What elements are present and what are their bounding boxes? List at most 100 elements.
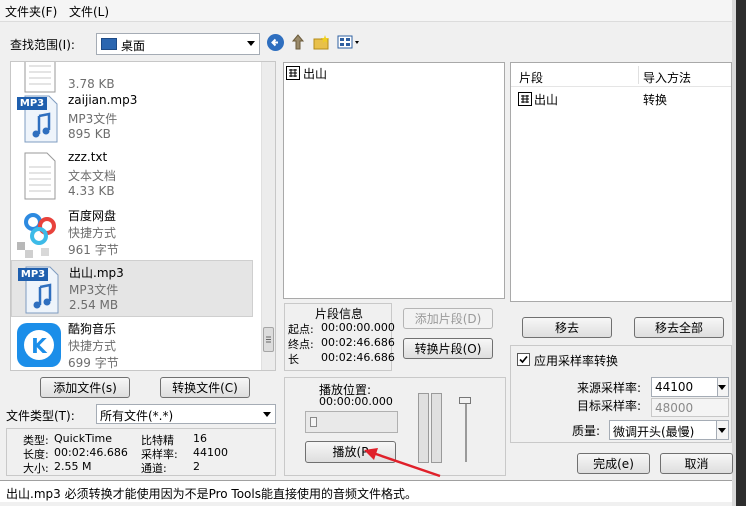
file-type: 快捷方式 (68, 226, 117, 240)
new-folder-icon[interactable] (313, 34, 330, 50)
mp3-badge: MP3 (17, 97, 47, 110)
list-item[interactable]: K 酷狗音乐 快捷方式 699 字节 (11, 317, 253, 370)
menu-folder[interactable]: 文件夹(F) (5, 3, 57, 20)
segment-info-title: 片段信息 (315, 307, 364, 321)
column-header-method[interactable]: 导入方法 (643, 69, 691, 86)
chevron-down-icon (247, 41, 255, 46)
kugou-music-icon: K (15, 321, 63, 370)
target-rate-field[interactable]: 48000 (651, 398, 729, 417)
file-list-scrollbar[interactable] (261, 62, 275, 370)
source-rate-label: 来源采样率: (577, 381, 642, 395)
playback-slider-handle[interactable] (310, 417, 317, 427)
quality-dropdown[interactable]: 微调开头(最慢) (609, 420, 729, 440)
list-item[interactable]: zzz.txt 文本文档 4.33 KB (11, 147, 253, 204)
list-item[interactable]: MP3 出山.mp3 MP3文件 2.54 MB (11, 260, 253, 317)
file-type-value: 所有文件(*.*) (100, 409, 174, 423)
scrollbar-thumb[interactable] (263, 327, 274, 352)
info-length-value: 00:02:46.686 (54, 446, 128, 459)
file-type: 快捷方式 (68, 339, 117, 353)
file-name: 出山.mp3 (69, 266, 124, 280)
chevron-down-icon (263, 412, 271, 417)
desktop-icon (101, 38, 117, 50)
segment-info-box: 片段信息 起点: 00:00:00.000 终点: 00:02:46.686 长… (284, 303, 395, 371)
start-value: 00:00:00.000 (321, 321, 395, 334)
quality-value: 微调开头(最慢) (613, 425, 695, 439)
back-icon[interactable] (267, 34, 284, 51)
file-size: 2.54 MB (69, 298, 119, 312)
done-button[interactable]: 完成(e) (577, 453, 650, 474)
view-menu-icon[interactable] (337, 35, 363, 50)
file-size: 4.33 KB (68, 184, 115, 198)
file-name: 百度网盘 (68, 209, 117, 223)
cancel-button[interactable]: 取消 (660, 453, 733, 474)
source-rate-value: 44100 (655, 380, 694, 394)
file-type: MP3文件 (68, 112, 118, 126)
annotation-arrow-icon (364, 448, 441, 478)
quality-label: 质量: (572, 424, 601, 438)
target-rate-label: 目标采样率: (577, 399, 642, 413)
volume-slider-track[interactable] (465, 402, 467, 462)
status-bar: 出山.mp3 必须转换才能使用因为不是Pro Tools能直接使用的音频文件格式… (0, 480, 732, 502)
info-type-value: QuickTime (54, 432, 113, 445)
file-info-box: 类型: QuickTime 长度: 00:02:46.686 大小: 2.55 … (6, 428, 276, 476)
convert-segment-button[interactable]: 转换片段(O) (403, 338, 493, 359)
table-header: 片段 导入方法 (511, 63, 731, 87)
chevron-down-icon (718, 385, 726, 390)
status-text: 出山.mp3 必须转换才能使用因为不是Pro Tools能直接使用的音频文件格式… (6, 487, 417, 501)
file-size: 961 字节 (68, 243, 119, 257)
volume-slider-handle[interactable] (459, 397, 471, 404)
length-label: 长 (288, 353, 299, 366)
start-label: 起点: (288, 323, 314, 336)
target-rate-value: 48000 (655, 401, 694, 415)
column-divider (638, 66, 639, 84)
mp3-badge: MP3 (18, 268, 48, 281)
sample-rate-checkbox-label[interactable]: 应用采样率转换 (534, 352, 618, 369)
file-type-label: 文件类型(T): (6, 409, 75, 423)
list-item[interactable]: MP3 zaijian.mp3 MP3文件 895 KB (11, 90, 253, 147)
row-segment: 出山 (534, 93, 559, 107)
table-row[interactable]: 出山 转换 (511, 89, 731, 109)
remove-all-button[interactable]: 移去全部 (634, 317, 724, 338)
segment-name[interactable]: 出山 (303, 65, 327, 82)
background-edge (736, 0, 746, 506)
add-segment-button[interactable]: 添加片段(D) (403, 308, 493, 329)
info-size-label: 大小: (23, 462, 49, 475)
file-name: 酷狗音乐 (68, 322, 117, 336)
source-rate-dropdown[interactable]: 44100 (651, 377, 729, 397)
up-folder-icon[interactable] (290, 33, 306, 51)
remove-button[interactable]: 移去 (522, 317, 612, 338)
menu-file[interactable]: 文件(L) (69, 3, 109, 20)
column-header-segment[interactable]: 片段 (519, 69, 543, 86)
playback-slider[interactable] (305, 411, 398, 433)
svg-text:K: K (31, 334, 48, 358)
segment-list[interactable]: 出山 (283, 62, 505, 299)
list-item[interactable]: 百度网盘 快捷方式 961 字节 (11, 204, 253, 261)
menu-bar: 文件夹(F) 文件(L) (0, 0, 735, 22)
file-size: 895 KB (68, 127, 111, 141)
file-list[interactable]: 3.78 KB MP3 zaijian.mp3 MP3文件 895 KB zzz… (10, 61, 276, 371)
file-type: 文本文档 (68, 169, 117, 183)
add-file-button[interactable]: 添加文件(s) (40, 377, 130, 398)
end-value: 00:02:46.686 (321, 336, 395, 349)
audio-clip-icon (286, 66, 300, 80)
baidu-netdisk-icon (15, 208, 63, 258)
playback-position-value: 00:00:00.000 (319, 395, 393, 408)
file-type-dropdown[interactable]: 所有文件(*.*) (96, 404, 276, 424)
file-type: MP3文件 (69, 283, 119, 297)
mp3-icon: MP3 (16, 265, 64, 315)
look-in-dropdown[interactable]: 桌面 (96, 33, 260, 55)
row-method: 转换 (643, 93, 668, 107)
file-size: 699 字节 (68, 356, 119, 370)
file-name: zzz.txt (68, 150, 108, 164)
convert-file-button[interactable]: 转换文件(C) (160, 377, 250, 398)
end-label: 终点: (288, 338, 314, 351)
import-table[interactable]: 片段 导入方法 出山 转换 (510, 62, 732, 302)
sample-rate-checkbox[interactable] (517, 353, 530, 366)
look-in-value: 桌面 (121, 39, 146, 53)
sample-rate-box: 应用采样率转换 来源采样率: 44100 目标采样率: 48000 质量: 微调… (510, 345, 732, 443)
info-size-value: 2.55 M (54, 460, 92, 473)
info-samplerate-value: 44100 (193, 446, 228, 459)
chevron-down-icon (718, 428, 726, 433)
file-name: zaijian.mp3 (68, 93, 138, 107)
look-in-label: 查找范围(I): (10, 38, 75, 52)
